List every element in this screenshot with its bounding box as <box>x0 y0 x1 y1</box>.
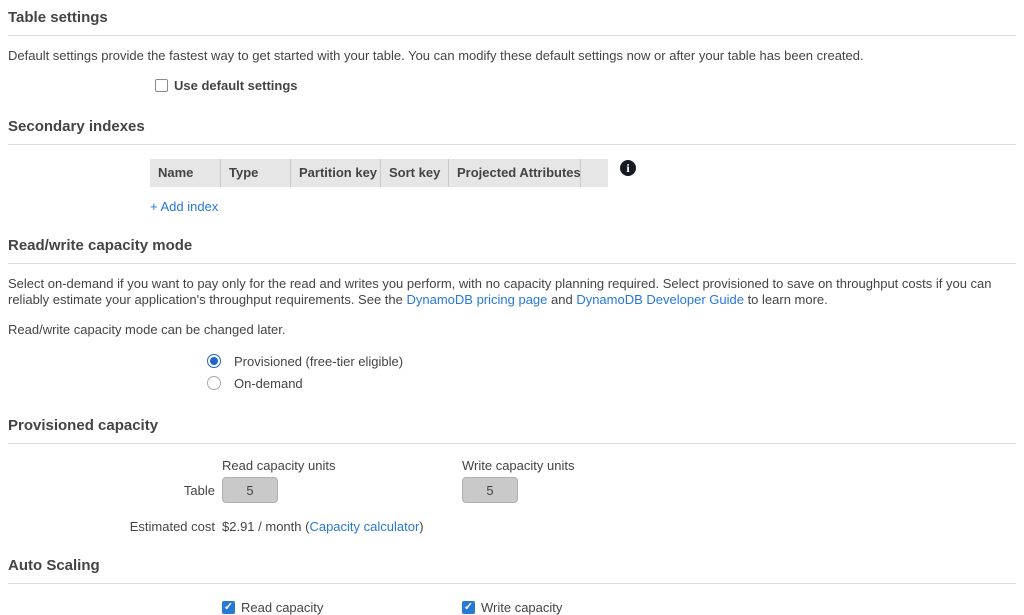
checkbox-checked-icon[interactable]: ✓ <box>462 601 475 614</box>
read-capacity-units-input[interactable] <box>222 477 278 503</box>
divider <box>8 35 1016 36</box>
read-capacity-units-label: Read capacity units <box>222 458 462 473</box>
info-icon[interactable]: i <box>620 160 636 176</box>
cost-suffix: ) <box>419 519 423 534</box>
secondary-indexes-table-header: Name Type Partition key Sort key Project… <box>150 159 608 187</box>
use-default-settings-label: Use default settings <box>174 78 298 93</box>
section-table-settings: Table settings Default settings provide … <box>8 8 1016 95</box>
use-default-settings-checkbox[interactable]: Use default settings <box>155 78 298 93</box>
radio-provisioned-label: Provisioned (free-tier eligible) <box>234 354 403 369</box>
description-text-2: and <box>547 292 576 307</box>
column-header-sort-key: Sort key <box>380 159 448 187</box>
section-provisioned-capacity: Provisioned capacity Read capacity units… <box>8 416 1016 534</box>
table-settings-title: Table settings <box>8 8 1016 27</box>
description-text-3: to learn more. <box>744 292 828 307</box>
radio-unselected-icon[interactable] <box>207 376 221 390</box>
auto-scaling-title: Auto Scaling <box>8 556 1016 575</box>
column-header-empty <box>580 159 608 187</box>
write-capacity-units-input[interactable] <box>462 477 518 503</box>
write-capacity-autoscale-checkbox[interactable]: ✓ Write capacity <box>462 600 562 615</box>
cost-amount: $2.91 / month ( <box>222 519 309 534</box>
read-capacity-autoscale-checkbox[interactable]: ✓ Read capacity <box>222 600 323 615</box>
add-index-link[interactable]: + Add index <box>150 199 218 214</box>
estimated-cost-value: $2.91 / month (Capacity calculator) <box>222 519 424 534</box>
divider <box>8 583 1016 584</box>
radio-option-on-demand[interactable]: On-demand <box>207 372 1016 394</box>
radio-selected-icon[interactable] <box>207 354 221 368</box>
capacity-mode-radio-group: Provisioned (free-tier eligible) On-dema… <box>207 350 1016 394</box>
column-header-type: Type <box>220 159 290 187</box>
divider <box>8 263 1016 264</box>
capacity-mode-description: Select on-demand if you want to pay only… <box>8 276 1016 308</box>
section-capacity-mode: Read/write capacity mode Select on-deman… <box>8 236 1016 394</box>
column-header-name: Name <box>150 159 220 187</box>
capacity-mode-title: Read/write capacity mode <box>8 236 1016 255</box>
column-header-projected-attributes: Projected Attributes <box>448 159 580 187</box>
checkbox-checked-icon[interactable]: ✓ <box>222 601 235 614</box>
column-header-partition-key: Partition key <box>290 159 380 187</box>
dynamodb-pricing-page-link[interactable]: DynamoDB pricing page <box>406 292 547 307</box>
capacity-mode-note: Read/write capacity mode can be changed … <box>8 322 1016 338</box>
radio-option-provisioned[interactable]: Provisioned (free-tier eligible) <box>207 350 1016 372</box>
checkbox-unchecked-icon[interactable] <box>155 79 168 92</box>
table-row-label: Table <box>8 483 222 498</box>
read-capacity-autoscale-label: Read capacity <box>241 600 323 615</box>
section-secondary-indexes: Secondary indexes Name Type Partition ke… <box>8 117 1016 214</box>
dynamodb-developer-guide-link[interactable]: DynamoDB Developer Guide <box>576 292 744 307</box>
radio-on-demand-label: On-demand <box>234 376 303 391</box>
capacity-calculator-link[interactable]: Capacity calculator <box>309 519 419 534</box>
write-capacity-units-label: Write capacity units <box>462 458 702 473</box>
write-capacity-autoscale-label: Write capacity <box>481 600 562 615</box>
table-settings-description: Default settings provide the fastest way… <box>8 48 1016 64</box>
section-auto-scaling: Auto Scaling ✓ Read capacity ✓ Write cap… <box>8 556 1016 615</box>
provisioned-capacity-title: Provisioned capacity <box>8 416 1016 435</box>
divider <box>8 144 1016 145</box>
create-table-settings-page: Table settings Default settings provide … <box>0 0 1024 615</box>
secondary-indexes-title: Secondary indexes <box>8 117 1016 136</box>
divider <box>8 443 1016 444</box>
estimated-cost-label: Estimated cost <box>8 519 222 534</box>
